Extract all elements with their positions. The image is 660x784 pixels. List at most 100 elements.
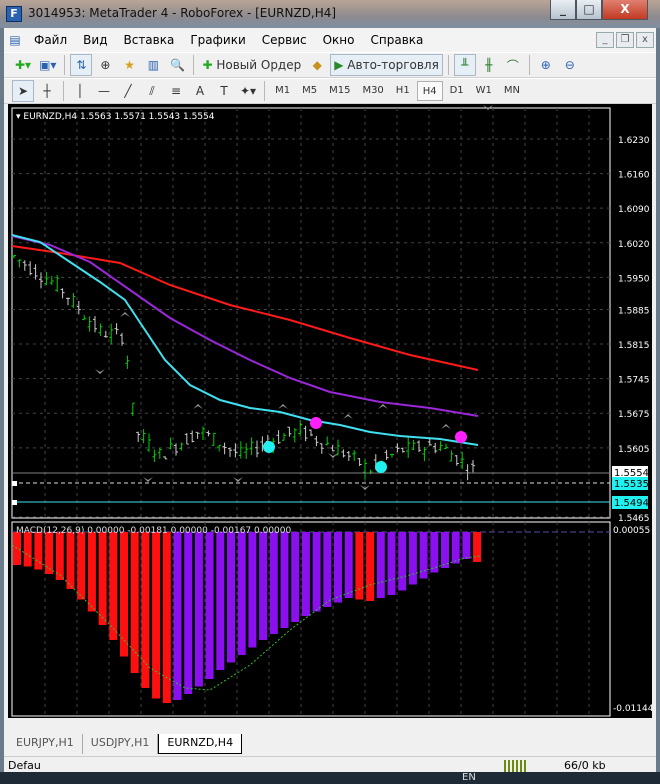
price-label: 1.5675	[618, 410, 650, 420]
child-minimize-button[interactable]: _	[596, 32, 614, 48]
menu-charts[interactable]: Графики	[182, 33, 253, 47]
text-label-icon[interactable]: T	[213, 80, 235, 102]
macd-bar	[66, 532, 75, 589]
macd-header: MACD(12,26,9) 0.00000 -0.00181 0.00000 -…	[16, 526, 292, 536]
price-label: 1.6090	[618, 205, 650, 215]
navigator-icon[interactable]: ★	[118, 54, 140, 76]
chart-header-text: EURNZD,H4 1.5563 1.5571 1.5543 1.5554	[23, 112, 214, 122]
up-arrow-icon	[120, 312, 130, 317]
connection-icon	[504, 760, 528, 772]
timeframe-m1[interactable]: M1	[270, 81, 295, 101]
arrows-icon[interactable]: ✦▾	[237, 80, 259, 102]
close-button[interactable]: X	[602, 0, 648, 20]
zoom-out-icon[interactable]: ⊖	[559, 54, 581, 76]
new-order-icon: ✚	[202, 58, 213, 72]
tab-eurjpy-h1[interactable]: EURJPY,H1	[8, 734, 83, 754]
status-traffic: 66/0 kb	[564, 759, 606, 772]
child-restore-button[interactable]: ❐	[616, 32, 634, 48]
bar-chart-icon[interactable]: ╨	[453, 54, 476, 76]
standard-toolbar: ✚▾ ▣▾ ⇅ ⊕ ★ ▥ 🔍 ✚ Новый Ордер ◆ ▶ Авто-т…	[4, 52, 656, 78]
fractal-arrows	[95, 105, 493, 490]
child-close-button[interactable]: x	[636, 32, 654, 48]
timeframe-d1[interactable]: D1	[445, 81, 469, 101]
signal-dot-cyan	[263, 441, 275, 453]
maximize-button[interactable]: □	[576, 0, 602, 20]
hline-2-label: 1.5494	[614, 498, 649, 509]
chart-window-icon[interactable]: ▤	[4, 29, 26, 51]
menu-help[interactable]: Справка	[363, 33, 432, 47]
line-handle[interactable]	[12, 481, 17, 486]
macd-bar	[473, 532, 482, 562]
menu-tools[interactable]: Сервис	[254, 33, 315, 47]
macd-bar	[216, 532, 225, 670]
ma-slow-line	[11, 245, 479, 371]
equidistant-channel-icon[interactable]: ⫽	[141, 80, 163, 102]
timeframe-mn[interactable]: MN	[499, 81, 525, 101]
price-label: 1.6020	[618, 240, 650, 250]
tab-eurnzd-h4[interactable]: EURNZD,H4	[158, 734, 243, 754]
timeframe-m15[interactable]: M15	[324, 81, 355, 101]
macd-bar	[205, 532, 214, 679]
up-arrow-icon	[193, 404, 203, 409]
up-arrow-icon	[343, 414, 353, 419]
new-chart-icon[interactable]: ✚▾	[12, 54, 34, 76]
timeframe-m5[interactable]: M5	[297, 81, 322, 101]
strategy-tester-icon[interactable]: 🔍	[166, 54, 188, 76]
profiles-icon[interactable]: ▣▾	[36, 54, 59, 76]
horizontal-line-icon[interactable]: —	[93, 80, 115, 102]
new-order-button[interactable]: ✚ Новый Ордер	[199, 54, 304, 76]
status-profile: Defau	[8, 759, 41, 772]
metaeditor-icon[interactable]: ◆	[306, 54, 328, 76]
chart-window[interactable]: 1.6230 1.6160 1.6090 1.6020 1.5950 1.5885 1.58…	[8, 104, 654, 730]
language-indicator[interactable]: EN	[462, 772, 476, 783]
timeframe-h1[interactable]: H1	[391, 81, 415, 101]
menu-file[interactable]: Файл	[26, 33, 75, 47]
chart-canvas[interactable]: 1.6230 1.6160 1.6090 1.6020 1.5950 1.5885 1.58…	[8, 104, 654, 730]
macd-bar	[323, 532, 332, 607]
macd-bar	[259, 532, 268, 640]
line-handle[interactable]	[12, 500, 17, 505]
timeframe-m30[interactable]: M30	[357, 81, 388, 101]
price-label: 1.5885	[618, 306, 650, 316]
candlestick-icon[interactable]: ╫	[478, 54, 500, 76]
zoom-in-icon[interactable]: ⊕	[535, 54, 557, 76]
timeframe-h4[interactable]: H4	[416, 81, 443, 101]
macd-bar	[248, 532, 257, 648]
macd-bar	[334, 532, 342, 603]
trendline-icon[interactable]: ╱	[117, 80, 139, 102]
price-axis: 1.6230 1.6160 1.6090 1.6020 1.5950 1.5885 1.58…	[618, 136, 650, 524]
tab-usdjpy-h1[interactable]: USDJPY,H1	[83, 734, 159, 754]
menu-window[interactable]: Окно	[315, 33, 363, 47]
fibonacci-icon[interactable]: ≡	[165, 80, 187, 102]
cursor-icon[interactable]: ➤	[12, 80, 34, 102]
market-watch-icon[interactable]: ⇅	[70, 54, 93, 76]
macd-bar	[344, 532, 353, 598]
menu-insert[interactable]: Вставка	[115, 33, 182, 47]
macd-bar	[77, 532, 86, 600]
text-icon[interactable]: A	[189, 80, 211, 102]
crosshair-navigator-icon[interactable]: ⊕	[94, 54, 116, 76]
timeframe-w1[interactable]: W1	[471, 81, 497, 101]
new-order-label: Новый Ордер	[216, 58, 302, 72]
macd-bottom-label: -0.01144	[613, 704, 652, 714]
autotrading-icon: ▶	[334, 58, 344, 72]
macd-top-label: 0.00055	[613, 526, 650, 536]
macd-bar	[34, 532, 43, 570]
macd-bar	[430, 532, 439, 573]
vertical-line-icon[interactable]: │	[69, 80, 91, 102]
macd-bar	[291, 532, 300, 622]
price-label: 1.5950	[618, 274, 650, 284]
macd-bar	[408, 532, 417, 585]
chart-tabs: EURJPY,H1 USDJPY,H1 EURNZD,H4	[8, 734, 652, 754]
terminal-icon[interactable]: ▥	[142, 54, 164, 76]
menu-view[interactable]: Вид	[75, 33, 115, 47]
minimize-button[interactable]: _	[550, 0, 576, 20]
macd-bar	[398, 532, 407, 591]
macd-bar	[184, 532, 193, 694]
autotrading-button[interactable]: ▶ Авто-торговля	[330, 54, 443, 76]
line-chart-icon[interactable]: ⌒	[502, 54, 524, 76]
down-arrow-icon	[143, 477, 153, 482]
crosshair-icon[interactable]: ┼	[36, 80, 58, 102]
macd-bar	[366, 532, 375, 601]
window-title: 3014953: MetaTrader 4 - RoboForex - [EUR…	[28, 6, 337, 20]
